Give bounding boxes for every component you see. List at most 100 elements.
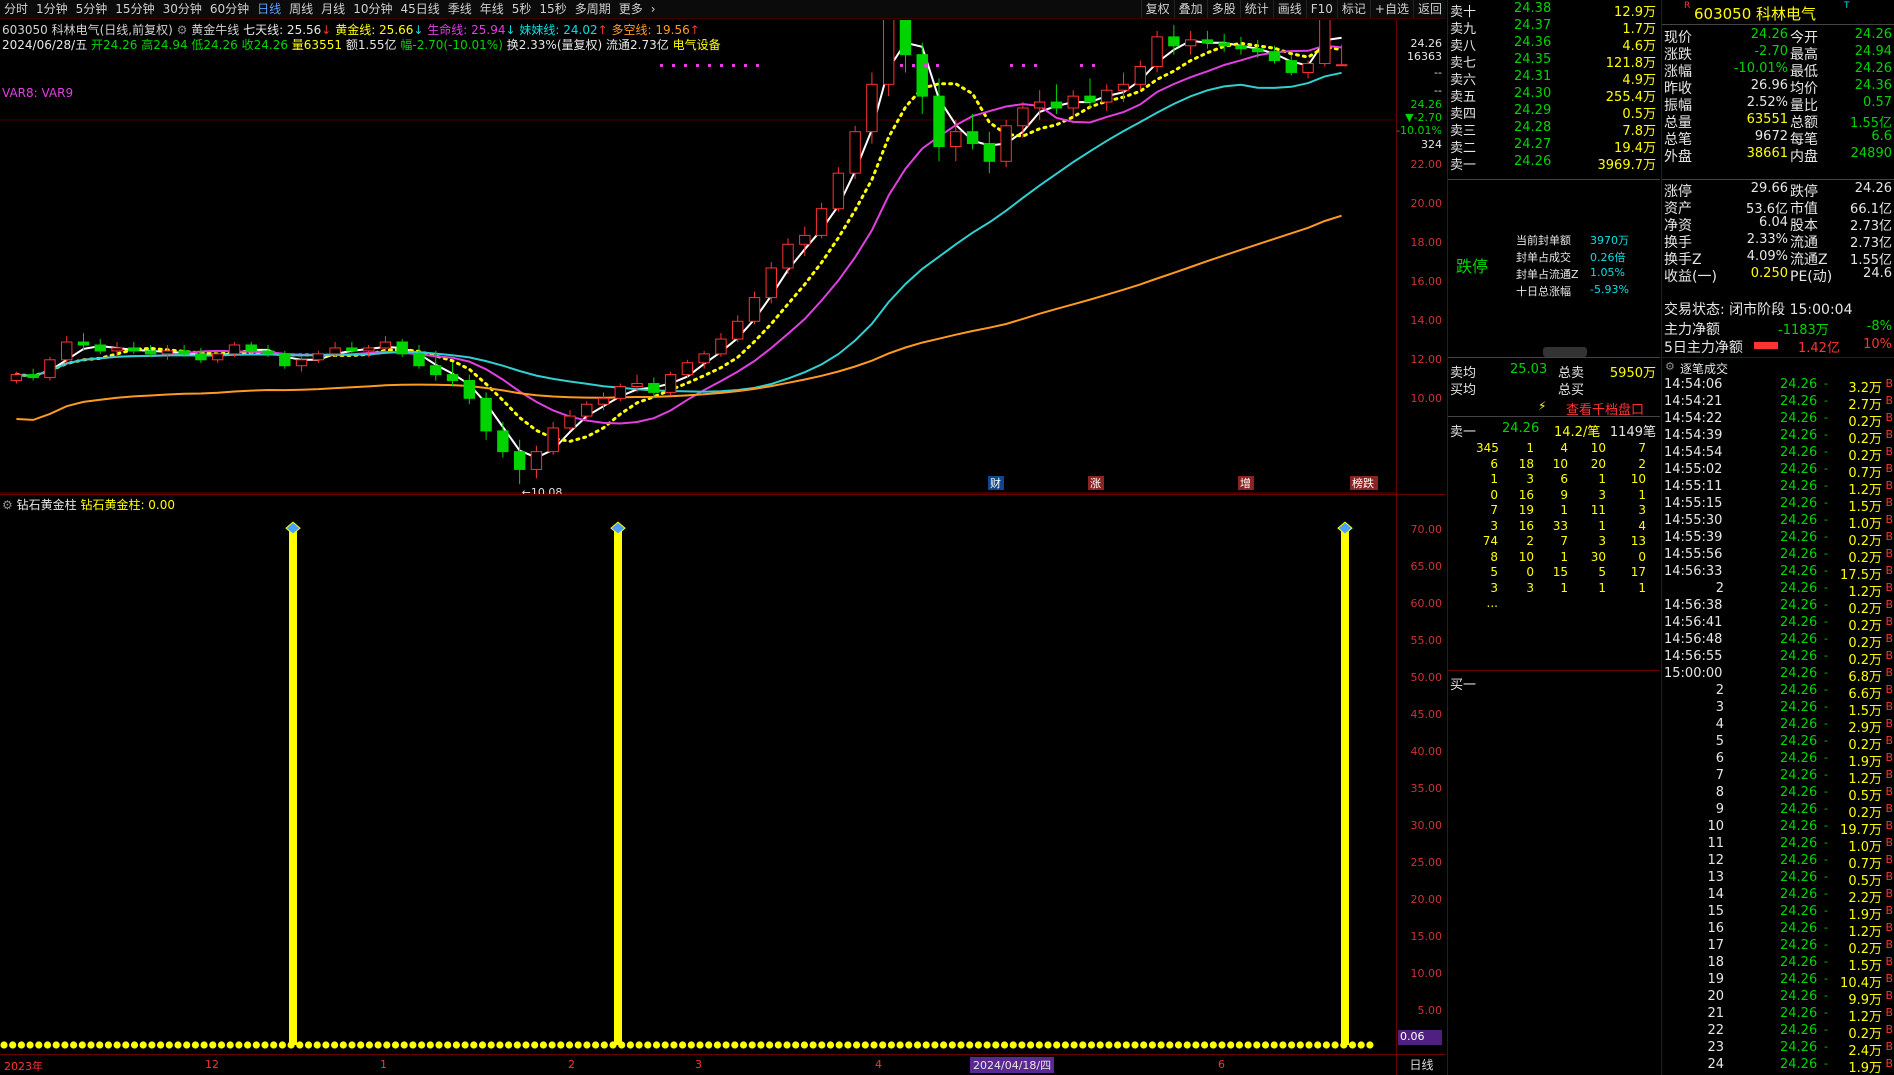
stock-title: 603050 科林电气(日线,前复权) (2, 23, 173, 37)
period-tab[interactable]: 15分钟 (111, 0, 158, 18)
period-tab[interactable]: 60分钟 (206, 0, 253, 18)
period-tab[interactable]: 5分钟 (72, 0, 112, 18)
overlay-button[interactable]: 叠加 (1173, 0, 1207, 18)
f10-button[interactable]: F10 (1305, 0, 1337, 18)
ask-row[interactable]: 卖九 24.37 1.7万 (1448, 18, 1660, 37)
axis-tick: 14.00 (1410, 314, 1443, 327)
base-dot (113, 1041, 121, 1049)
period-tab[interactable]: 30分钟 (159, 0, 206, 18)
base-dot (957, 1041, 965, 1049)
tick-side: B (1885, 751, 1893, 764)
base-dot (940, 1041, 948, 1049)
settings-icon[interactable]: ⚙ (177, 23, 188, 37)
tick-time: 16 (1707, 921, 1724, 936)
settings-icon[interactable]: ⚙ (1665, 360, 1675, 373)
event-marker: 涨 (1090, 477, 1101, 490)
add-watchlist-button[interactable]: +自选 (1369, 0, 1413, 18)
candle-body (312, 353, 325, 361)
multi-stock-button[interactable]: 多股 (1206, 0, 1240, 18)
ask-row[interactable]: 卖五 24.30 255.4万 (1448, 86, 1660, 105)
ask-row[interactable]: 卖二 24.27 19.4万 (1448, 137, 1660, 156)
tick-side: B (1885, 1006, 1893, 1019)
more-menu[interactable]: 更多 (615, 0, 647, 18)
ask-row[interactable]: 卖四 24.29 0.5万 (1448, 103, 1660, 122)
quote-value: 24.26 (1854, 27, 1892, 42)
queue-cell: 1 (1526, 441, 1534, 455)
tick-arrow: - (1824, 1023, 1828, 1036)
quote-label: 外盘 (1664, 149, 1692, 165)
base-dot (1079, 1041, 1087, 1049)
time-label: 12 (205, 1058, 219, 1071)
sub-tick: 25.00 (1410, 856, 1443, 869)
candle-body (161, 350, 174, 355)
tick-side: B (1885, 836, 1893, 849)
period-tab[interactable]: 15秒 (535, 0, 570, 18)
ask-row[interactable]: 卖三 24.28 7.8万 (1448, 120, 1660, 139)
tick-time: 14:55:56 (1664, 547, 1723, 562)
candlestick-chart[interactable]: ← 27.97←10.08财涨增榜跌 (0, 20, 1396, 494)
period-tab[interactable]: 10分钟 (349, 0, 396, 18)
ask-row[interactable]: 卖一 24.26 3969.7万 (1448, 154, 1660, 173)
axis-tick: 22.00 (1410, 158, 1443, 171)
period-tab[interactable]: 1分钟 (32, 0, 72, 18)
queue-cell: 16 (1518, 518, 1534, 533)
period-tab[interactable]: 月线 (317, 0, 349, 18)
sell1-price: 24.26 (1502, 421, 1540, 436)
period-tab[interactable]: 45日线 (396, 0, 443, 18)
base-dot (513, 1041, 521, 1049)
tick-arrow: - (1824, 530, 1828, 543)
candle-body (77, 341, 90, 346)
period-tab-daily[interactable]: 日线 (253, 0, 285, 18)
quote-value: 0.57 (1863, 95, 1892, 110)
tick-price: 24.26 (1780, 751, 1818, 766)
period-tab[interactable]: 周线 (285, 0, 317, 18)
base-dot (157, 1041, 165, 1049)
period-label[interactable]: 日线 (1396, 1054, 1446, 1075)
diamond-gold-chart[interactable] (0, 494, 1396, 1054)
tick-time: 11 (1707, 836, 1724, 851)
tick-price: 24.26 (1780, 683, 1818, 698)
period-tab[interactable]: 年线 (476, 0, 508, 18)
queue-cell: 4 (1560, 441, 1568, 455)
period-tab[interactable]: 多周期 (571, 0, 615, 18)
bar-sector[interactable]: 电气设备 (673, 38, 721, 52)
sub-indicator-name[interactable]: 钻石黄金柱 (17, 498, 77, 512)
period-tab[interactable]: 5秒 (508, 0, 536, 18)
candle-body (497, 430, 509, 453)
base-dot (1253, 1041, 1261, 1049)
stock-header: 603050 科林电气 (1694, 5, 1817, 23)
gold-bar (614, 527, 622, 1045)
collapse-handle[interactable] (1543, 347, 1587, 357)
quote-value: 24.94 (1854, 44, 1892, 59)
cursor-date-label: 2024/04/18/四 (970, 1057, 1055, 1073)
base-dot (409, 1041, 417, 1049)
ask-row[interactable]: 卖八 24.36 4.6万 (1448, 35, 1660, 54)
base-dot (400, 1041, 408, 1049)
base-dot (270, 1041, 278, 1049)
ask-row[interactable]: 卖七 24.35 121.8万 (1448, 52, 1660, 71)
ask-row[interactable]: 卖十 24.38 12.9万 (1448, 1, 1660, 20)
mark-button[interactable]: 标记 (1336, 0, 1370, 18)
bar-info: 2024/06/28/五 开24.26 高24.94 低24.26 收24.26… (2, 36, 721, 53)
base-dot (235, 1041, 243, 1049)
candle-body (1235, 45, 1247, 50)
indicator-name[interactable]: 黄金牛线 (191, 23, 239, 37)
stats-button[interactable]: 统计 (1239, 0, 1273, 18)
draw-button[interactable]: 画线 (1272, 0, 1306, 18)
tick-side: B (1885, 921, 1893, 934)
axis-tick: 16.00 (1410, 275, 1443, 288)
period-tab[interactable]: 分时 (0, 0, 32, 18)
base-dot (531, 1041, 539, 1049)
tick-time: 14:56:38 (1664, 598, 1723, 613)
back-button[interactable]: 返回 (1412, 0, 1446, 18)
settings-icon[interactable]: ⚙ (2, 498, 13, 512)
tick-price: 24.26 (1780, 547, 1818, 562)
ask-row[interactable]: 卖六 24.31 4.9万 (1448, 69, 1660, 88)
tick-time: 14:54:54 (1664, 445, 1723, 460)
chevron-right-icon[interactable]: › (647, 0, 660, 18)
period-tab[interactable]: 季线 (444, 0, 476, 18)
queue-cell: 0 (1526, 565, 1534, 579)
tick-side: B (1885, 853, 1893, 866)
adjust-button[interactable]: 复权 (1140, 0, 1174, 18)
candle-body (480, 397, 492, 432)
